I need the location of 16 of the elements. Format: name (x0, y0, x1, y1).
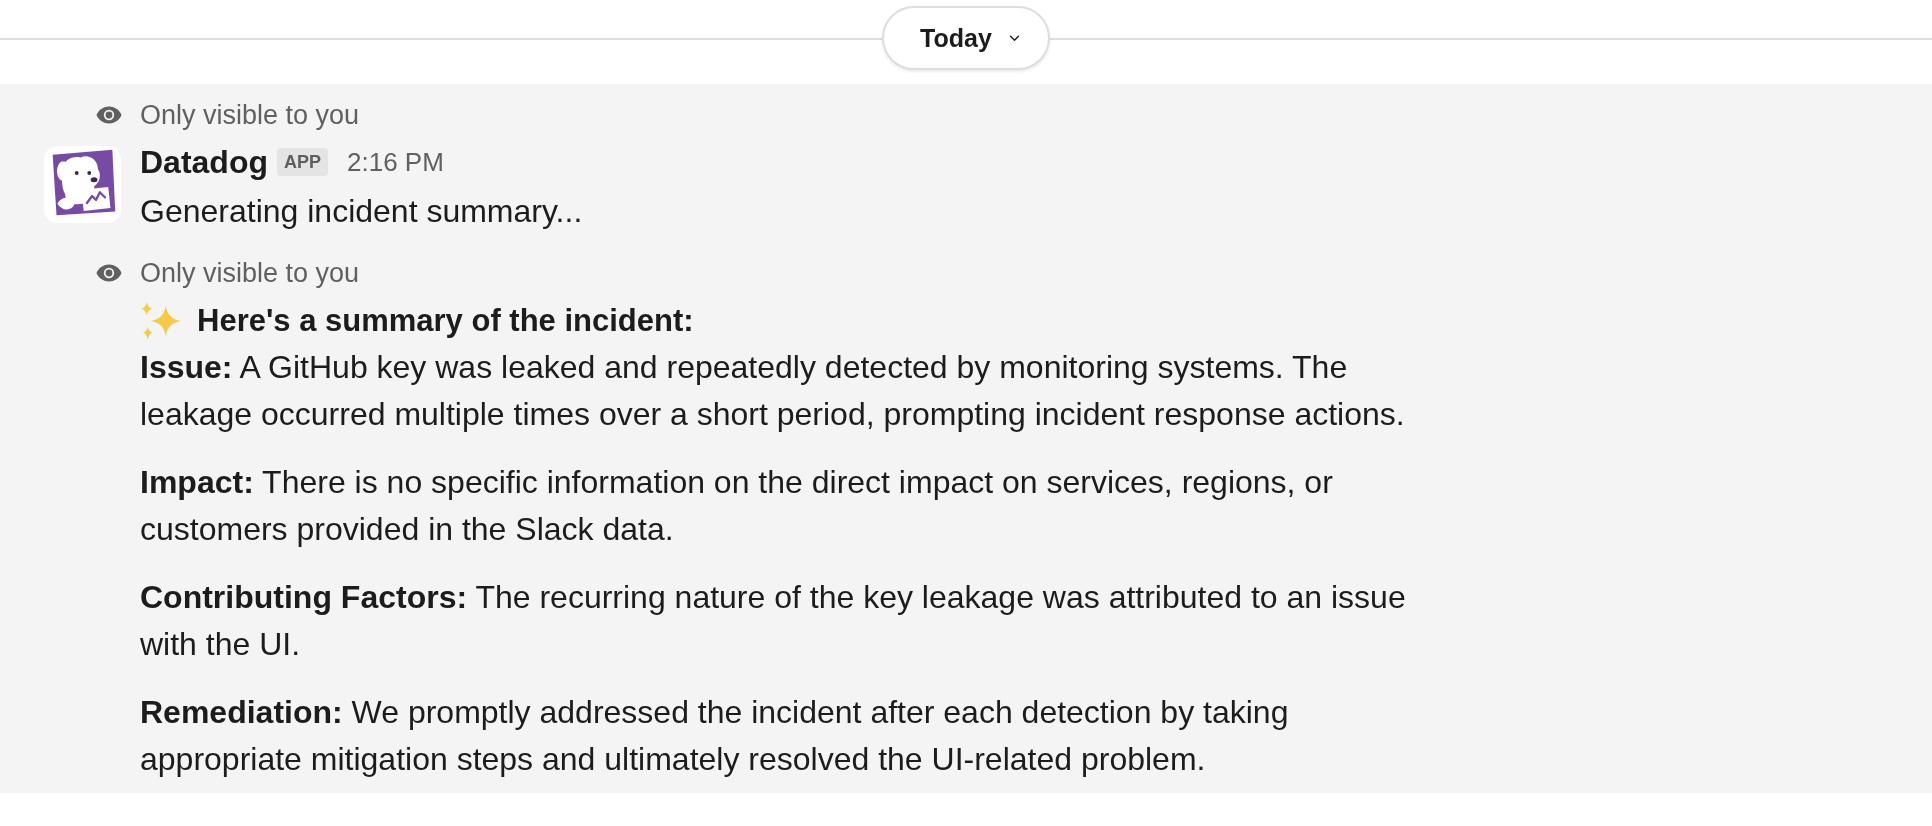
summary-paragraph: Issue: A GitHub key was leaked and repeatedly detected by monitoring systems. The leakage occurred multiple times over a short period, prompting incident response actions. (140, 348, 1406, 434)
eye-icon (96, 106, 122, 124)
visibility-notice: Only visible to you (140, 257, 360, 290)
message-timestamp[interactable]: 2:16 PM (347, 146, 444, 178)
date-jump-button[interactable]: Today (882, 6, 1050, 70)
app-badge: APP (277, 148, 328, 176)
summary-paragraph: Impact: There is no specific information on the direct impact on services, regions, or customers provided in the Slack data. (140, 463, 1334, 549)
eye-icon (96, 264, 122, 282)
chevron-down-icon (1008, 34, 1020, 42)
message-text: Generating incident summary... (140, 192, 584, 231)
sender-name[interactable]: Datadog (140, 143, 268, 181)
summary-paragraph: Contributing Factors: The recurring nature of the key leakage was attributed to an issue with the UI. (140, 578, 1407, 664)
visibility-notice: Only visible to you (140, 99, 360, 132)
summary-paragraph: Remediation: We promptly addressed the incident after each detection by taking appropriate mitigation steps and ultimately resolved the UI-related problem. (140, 693, 1290, 779)
dog-avatar-icon[interactable] (44, 146, 121, 223)
summary-heading: Here's a summary of the incident: (197, 302, 694, 339)
